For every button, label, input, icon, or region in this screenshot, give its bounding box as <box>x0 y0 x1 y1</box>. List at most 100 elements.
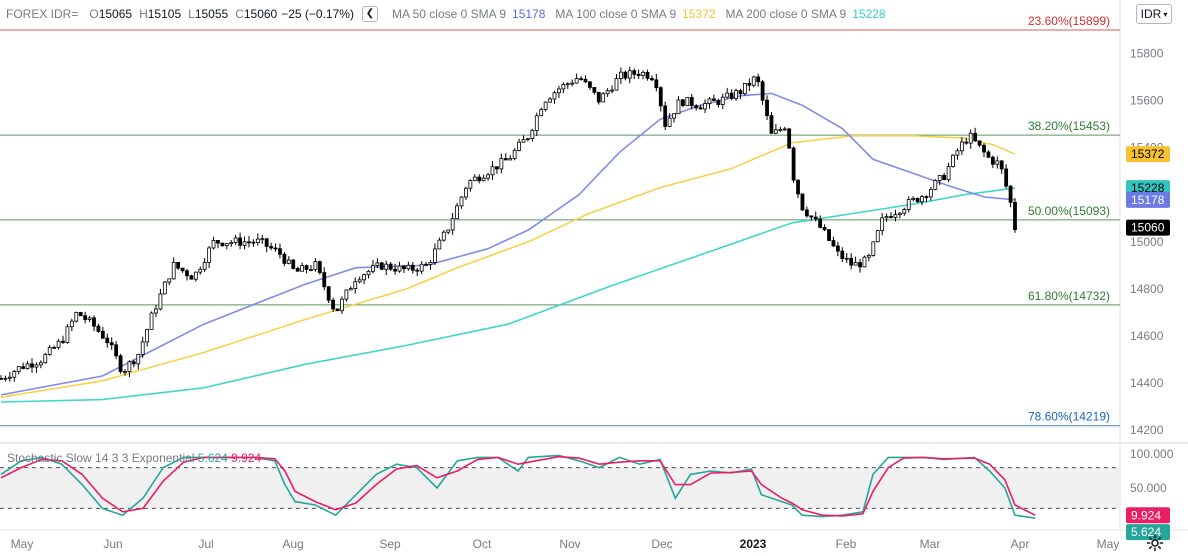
candle-body <box>964 141 969 144</box>
candle-body <box>605 90 610 95</box>
candle-body <box>406 264 411 270</box>
candle-body <box>973 132 978 142</box>
candle-body <box>565 83 570 86</box>
candle-body <box>317 261 322 274</box>
candle-body <box>596 91 601 103</box>
candle-body <box>220 242 225 247</box>
chevron-down-icon: ▾ <box>1163 9 1168 19</box>
candle-body <box>384 263 389 270</box>
candle-body <box>526 138 530 141</box>
candle-body <box>747 82 752 86</box>
candle-body <box>291 259 296 269</box>
candle-body <box>951 154 955 168</box>
candle-body <box>92 317 96 327</box>
candle-body <box>849 257 854 266</box>
ma200-label: MA 200 close 0 SMA 9 <box>725 7 847 21</box>
candle-body <box>911 197 916 201</box>
candle-body <box>796 179 800 195</box>
candle-body <box>3 377 8 380</box>
candle-body <box>326 286 331 301</box>
candle-body <box>335 308 340 312</box>
low-value: 15055 <box>194 7 229 21</box>
candle-body <box>96 325 101 332</box>
candle-body <box>570 82 575 85</box>
ma100-value: 15372 <box>682 7 716 21</box>
candle-body <box>366 270 371 276</box>
currency-button[interactable]: IDR ▾ <box>1136 4 1172 24</box>
candle-body <box>65 326 70 343</box>
low-key: L <box>188 7 195 21</box>
candle-body <box>353 281 358 289</box>
candle-body <box>650 77 654 81</box>
candle-body <box>627 70 632 79</box>
gear-icon[interactable] <box>1146 534 1164 552</box>
close-key: C <box>235 7 244 21</box>
candle-body <box>751 76 756 86</box>
candle-body <box>729 92 734 99</box>
candle-body <box>632 70 637 75</box>
collapse-legend-button[interactable]: ❮ <box>361 6 378 22</box>
candle-body <box>968 132 973 144</box>
candle-body <box>548 98 552 103</box>
candle-body <box>906 199 911 210</box>
candle-body <box>198 268 203 273</box>
candle-body <box>193 271 198 280</box>
candle-body <box>100 330 105 339</box>
candle-body <box>530 130 535 139</box>
candle-body <box>539 109 544 117</box>
candle-body <box>990 156 995 165</box>
price-tick-label: 15600 <box>1130 93 1164 107</box>
candle-body <box>645 71 650 79</box>
candle-body <box>685 96 690 106</box>
chart-canvas[interactable]: 1420014400146001480015000152001540015600… <box>0 0 1188 556</box>
candle-body <box>862 256 867 268</box>
candle-body <box>698 107 703 110</box>
candle-body <box>233 237 238 243</box>
candle-body <box>924 196 929 199</box>
candle-body <box>189 275 194 280</box>
time-tick-label: Dec <box>651 537 672 551</box>
candle-body <box>78 312 83 317</box>
high-key: H <box>139 7 148 21</box>
candle-body <box>521 139 526 143</box>
candle-body <box>933 180 938 190</box>
candle-body <box>371 265 375 272</box>
candle-body <box>38 362 43 366</box>
candle-body <box>251 241 256 244</box>
stochastic-band <box>0 467 1120 509</box>
candle-body <box>393 268 397 272</box>
candle-body <box>224 243 229 247</box>
open-key: O <box>89 7 99 21</box>
candle-body <box>610 89 614 92</box>
candle-body <box>47 347 52 355</box>
candle-body <box>902 209 907 214</box>
candle-body <box>689 96 694 107</box>
candle-body <box>986 151 991 158</box>
candle-body <box>472 176 477 181</box>
candle-body <box>145 328 150 343</box>
candle-body <box>185 270 189 277</box>
candle-body <box>313 261 318 270</box>
candle-body <box>1008 185 1013 203</box>
candle-body <box>579 78 583 81</box>
candle-body <box>459 196 464 207</box>
fib-level-label: 50.00%(15093) <box>1028 204 1110 218</box>
candle-body <box>835 245 840 252</box>
candle-body <box>242 241 247 246</box>
candle-body <box>154 308 158 314</box>
close-value: 15060 <box>243 7 278 21</box>
candle-body <box>614 78 619 91</box>
candle-body <box>331 299 335 310</box>
fib-level-label: 23.60%(15899) <box>1028 14 1110 28</box>
candle-body <box>942 174 947 181</box>
candle-body <box>946 166 951 181</box>
candle-body <box>229 241 234 245</box>
candle-body <box>844 257 849 260</box>
ma100-label: MA 100 close 0 SMA 9 <box>555 7 677 21</box>
candle-body <box>875 230 880 243</box>
candle-body <box>995 160 1000 165</box>
candle-body <box>619 71 623 79</box>
candle-body <box>455 205 459 220</box>
candle-body <box>601 93 606 103</box>
candle-body <box>424 263 428 266</box>
